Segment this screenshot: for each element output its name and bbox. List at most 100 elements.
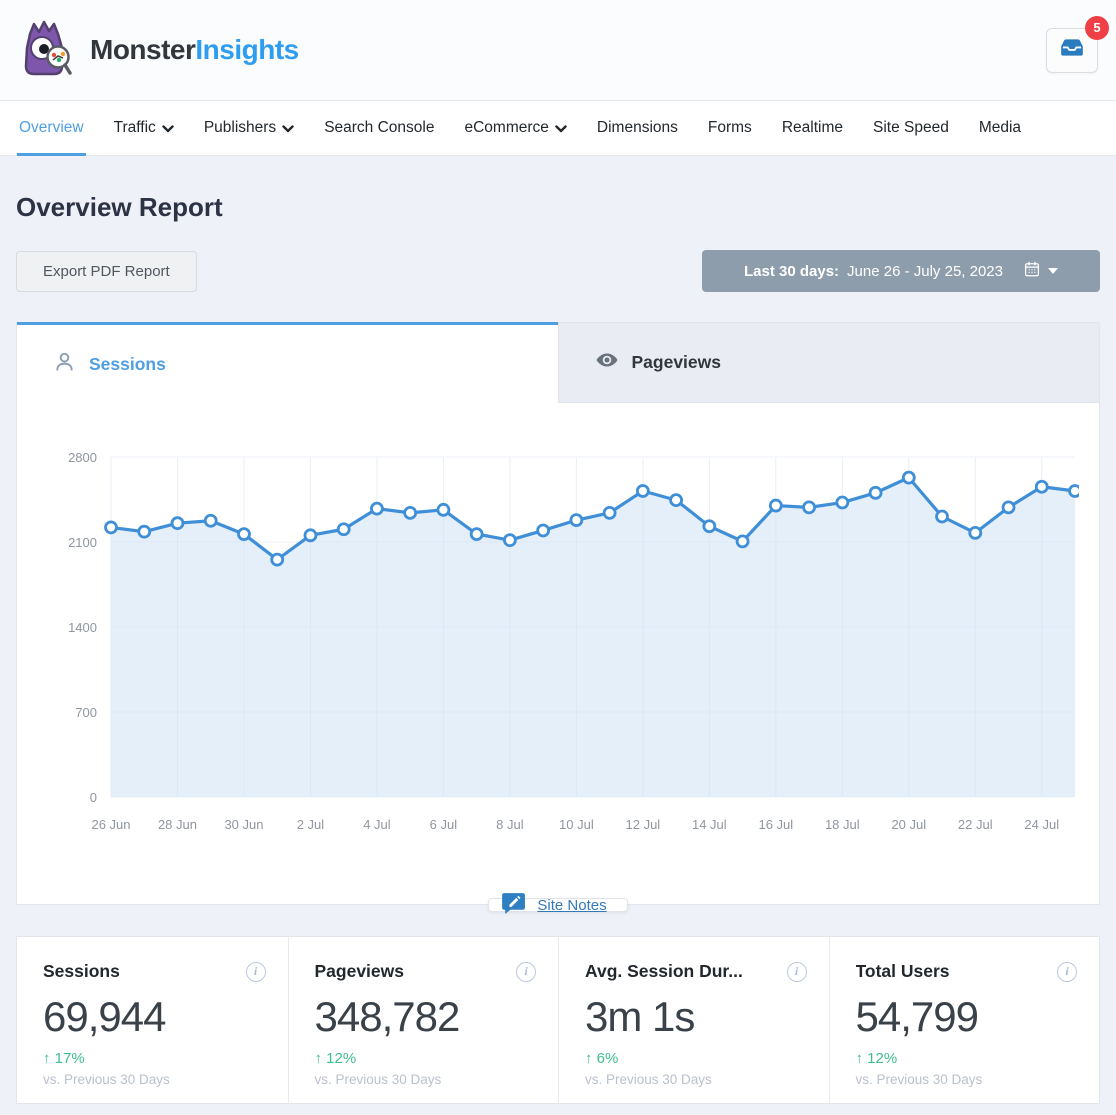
stat-compare: vs. Previous 30 Days xyxy=(43,1072,266,1087)
stat-change: ↑ 17% xyxy=(43,1050,266,1067)
traffic-chart-card: Sessions Pageviews 0 700 1400 2100 2800 26 Ju… xyxy=(16,322,1100,905)
up-arrow-icon: ↑ xyxy=(315,1050,323,1067)
brand-title: MonsterInsights xyxy=(90,34,299,66)
tab-pageviews-label: Pageviews xyxy=(632,352,722,373)
stat-title: Avg. Session Dur... xyxy=(585,961,743,982)
stat-change: ↑ 12% xyxy=(315,1050,537,1067)
nav-item-overview[interactable]: Overview xyxy=(4,101,99,155)
info-icon[interactable]: i xyxy=(246,962,266,982)
notifications-button[interactable]: 5 xyxy=(1046,28,1098,73)
tab-sessions[interactable]: Sessions xyxy=(17,322,558,403)
notification-count-badge: 5 xyxy=(1085,16,1109,40)
stat-change: ↑ 12% xyxy=(856,1050,1078,1067)
nav-item-search-console[interactable]: Search Console xyxy=(309,101,449,155)
nav-item-publishers[interactable]: Publishers xyxy=(189,101,309,155)
svg-text:12 Jul: 12 Jul xyxy=(626,817,661,832)
stat-value: 3m 1s xyxy=(585,993,807,1041)
chart-tabs: Sessions Pageviews xyxy=(17,322,1099,403)
monsterinsights-logo-icon xyxy=(18,18,76,83)
nav-item-forms[interactable]: Forms xyxy=(693,101,767,155)
svg-text:10 Jul: 10 Jul xyxy=(559,817,594,832)
stats-row: Sessions i 69,944 ↑ 17% vs. Previous 30 Days… xyxy=(16,936,1100,1104)
svg-text:20 Jul: 20 Jul xyxy=(891,817,926,832)
stat-change-pct: 6% xyxy=(597,1050,619,1067)
stat-value: 54,799 xyxy=(856,993,1078,1041)
nav-item-realtime[interactable]: Realtime xyxy=(767,101,858,155)
nav-item-label: Media xyxy=(979,119,1021,137)
svg-text:2100: 2100 xyxy=(68,535,97,550)
caret-down-icon xyxy=(1048,268,1058,274)
info-icon[interactable]: i xyxy=(516,962,536,982)
nav-item-label: Search Console xyxy=(324,119,434,137)
info-icon[interactable]: i xyxy=(787,962,807,982)
nav-item-site-speed[interactable]: Site Speed xyxy=(858,101,964,155)
svg-text:0: 0 xyxy=(90,790,97,805)
chevron-down-icon xyxy=(282,120,294,138)
nav-item-label: Forms xyxy=(708,119,752,137)
stat-compare: vs. Previous 30 Days xyxy=(315,1072,537,1087)
chevron-down-icon xyxy=(555,120,567,138)
nav-item-label: Overview xyxy=(19,119,84,137)
svg-text:22 Jul: 22 Jul xyxy=(958,817,993,832)
svg-text:1400: 1400 xyxy=(68,620,97,635)
tab-pageviews[interactable]: Pageviews xyxy=(558,322,1100,403)
svg-text:2800: 2800 xyxy=(68,450,97,465)
nav-item-label: Traffic xyxy=(114,119,156,137)
nav-item-label: Realtime xyxy=(782,119,843,137)
tab-sessions-label: Sessions xyxy=(89,354,166,375)
nav-item-label: Site Speed xyxy=(873,119,949,137)
stat-value: 69,944 xyxy=(43,993,266,1041)
nav-item-label: eCommerce xyxy=(464,119,548,137)
export-pdf-button[interactable]: Export PDF Report xyxy=(16,251,197,292)
toolbar: Export PDF Report Last 30 days: June 26 … xyxy=(16,250,1100,292)
stat-compare: vs. Previous 30 Days xyxy=(585,1072,807,1087)
nav-item-traffic[interactable]: Traffic xyxy=(99,101,189,155)
stat-change-pct: 12% xyxy=(326,1050,356,1067)
stat-title: Total Users xyxy=(856,961,950,982)
stat-change-pct: 17% xyxy=(55,1050,85,1067)
main-content: Overview Report Export PDF Report Last 3… xyxy=(0,156,1116,1104)
brand-monster: Monster xyxy=(90,34,195,65)
stat-card-total-users: Total Users i 54,799 ↑ 12% vs. Previous 30 D… xyxy=(829,937,1100,1103)
brand-insights: Insights xyxy=(195,34,298,65)
eye-icon xyxy=(595,348,619,377)
date-range-button[interactable]: Last 30 days: June 26 - July 25, 2023 xyxy=(702,250,1100,292)
person-icon xyxy=(53,350,76,378)
svg-text:700: 700 xyxy=(75,705,97,720)
chevron-down-icon xyxy=(162,120,174,138)
nav-item-dimensions[interactable]: Dimensions xyxy=(582,101,693,155)
nav-item-media[interactable]: Media xyxy=(964,101,1036,155)
chart-area: 070014002100280026 Jun28 Jun30 Jun2 Jul4… xyxy=(17,403,1099,904)
nav-item-label: Publishers xyxy=(204,119,276,137)
up-arrow-icon: ↑ xyxy=(856,1050,864,1067)
svg-text:26 Jun: 26 Jun xyxy=(91,817,130,832)
svg-text:24 Jul: 24 Jul xyxy=(1024,817,1059,832)
brand: MonsterInsights xyxy=(18,18,299,83)
svg-text:2 Jul: 2 Jul xyxy=(297,817,325,832)
site-notes-label: Site Notes xyxy=(537,897,606,914)
date-range-label: Last 30 days: xyxy=(744,263,839,280)
up-arrow-icon: ↑ xyxy=(585,1050,593,1067)
stat-title: Sessions xyxy=(43,961,120,982)
info-icon[interactable]: i xyxy=(1057,962,1077,982)
svg-text:6 Jul: 6 Jul xyxy=(430,817,458,832)
nav-item-label: Dimensions xyxy=(597,119,678,137)
svg-text:28 Jun: 28 Jun xyxy=(158,817,197,832)
stat-card-sessions: Sessions i 69,944 ↑ 17% vs. Previous 30 Days xyxy=(17,937,288,1103)
stat-card-avg-session-dur: Avg. Session Dur... i 3m 1s ↑ 6% vs. Previou… xyxy=(558,937,829,1103)
nav-item-ecommerce[interactable]: eCommerce xyxy=(449,101,581,155)
site-notes-button[interactable]: Site Notes xyxy=(488,898,627,912)
app-header: MonsterInsights 5 xyxy=(0,0,1116,100)
svg-text:8 Jul: 8 Jul xyxy=(496,817,524,832)
date-range-value: June 26 - July 25, 2023 xyxy=(847,263,1003,280)
inbox-icon xyxy=(1059,35,1085,66)
up-arrow-icon: ↑ xyxy=(43,1050,51,1067)
report-nav: Overview Traffic Publishers Search Console e… xyxy=(0,100,1116,156)
stat-change-pct: 12% xyxy=(867,1050,897,1067)
stat-card-pageviews: Pageviewsi348,782↑ 12%vs. Previous 30 Da… xyxy=(288,937,559,1103)
svg-text:16 Jul: 16 Jul xyxy=(758,817,793,832)
sessions-line-chart[interactable]: 070014002100280026 Jun28 Jun30 Jun2 Jul4… xyxy=(43,429,1079,877)
stat-compare: vs. Previous 30 Days xyxy=(856,1072,1078,1087)
svg-text:18 Jul: 18 Jul xyxy=(825,817,860,832)
svg-text:14 Jul: 14 Jul xyxy=(692,817,727,832)
